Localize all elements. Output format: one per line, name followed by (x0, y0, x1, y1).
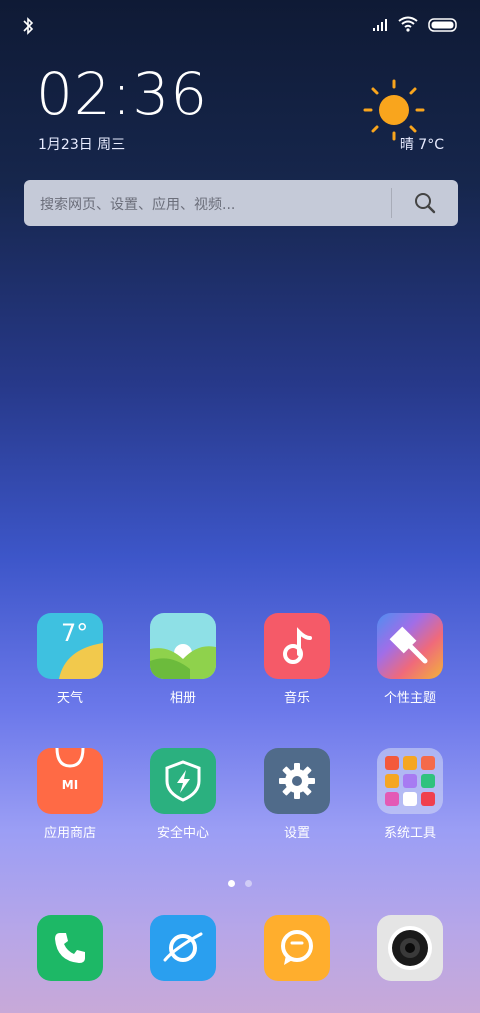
weather-app-temp: 7° (61, 619, 89, 647)
security-icon (150, 748, 216, 814)
search-icon (415, 193, 436, 214)
battery-icon (428, 18, 457, 32)
dock-phone[interactable] (25, 915, 115, 981)
app-label: 个性主题 (383, 691, 436, 706)
search-input[interactable]: 搜索网页、设置、应用、视频... (40, 194, 235, 214)
search-bar[interactable]: 搜索网页、设置、应用、视频... (24, 180, 458, 226)
page-indicator (0, 872, 480, 891)
status-bar (0, 14, 480, 38)
folder-icon (377, 748, 443, 814)
page-dot-current[interactable] (228, 880, 235, 887)
app-system-tools-folder[interactable]: 系统工具 (365, 748, 455, 841)
dock-messages[interactable] (252, 915, 342, 981)
app-label: 系统工具 (383, 826, 436, 841)
bluetooth-icon (23, 17, 34, 35)
app-label: 安全中心 (156, 826, 209, 841)
app-store[interactable]: MI 应用商店 (25, 748, 115, 841)
weather-text[interactable]: 晴 7°C (400, 134, 444, 154)
clock-date: 1月23日 周三 (38, 137, 126, 153)
camera-icon (377, 915, 443, 981)
app-gallery[interactable]: 相册 (138, 613, 228, 706)
phone-icon (37, 915, 103, 981)
gallery-icon (150, 613, 216, 679)
wifi-icon (398, 16, 418, 32)
app-label: 应用商店 (43, 826, 96, 841)
app-label: 设置 (283, 826, 310, 841)
app-weather[interactable]: 7° 天气 (25, 613, 115, 706)
dock-camera[interactable] (365, 915, 455, 981)
browser-icon (150, 915, 216, 981)
themes-icon (377, 613, 443, 679)
app-label: 相册 (169, 691, 196, 706)
dock-browser[interactable] (138, 915, 228, 981)
weather-app-icon: 7° (37, 613, 103, 679)
app-music[interactable]: 音乐 (252, 613, 342, 706)
page-dot[interactable] (245, 880, 252, 887)
app-label: 音乐 (283, 691, 310, 706)
messages-icon (264, 915, 330, 981)
signal-icon (373, 19, 387, 31)
app-settings[interactable]: 设置 (252, 748, 342, 841)
settings-icon (264, 748, 330, 814)
app-label: 天气 (56, 691, 83, 706)
app-security[interactable]: 安全中心 (138, 748, 228, 841)
music-icon (264, 613, 330, 679)
store-logo: MI (61, 778, 79, 792)
app-store-icon: MI (37, 748, 103, 814)
app-themes[interactable]: 个性主题 (365, 613, 455, 706)
clock-time[interactable]: 02:36 (36, 60, 208, 128)
search-button[interactable] (392, 180, 458, 226)
